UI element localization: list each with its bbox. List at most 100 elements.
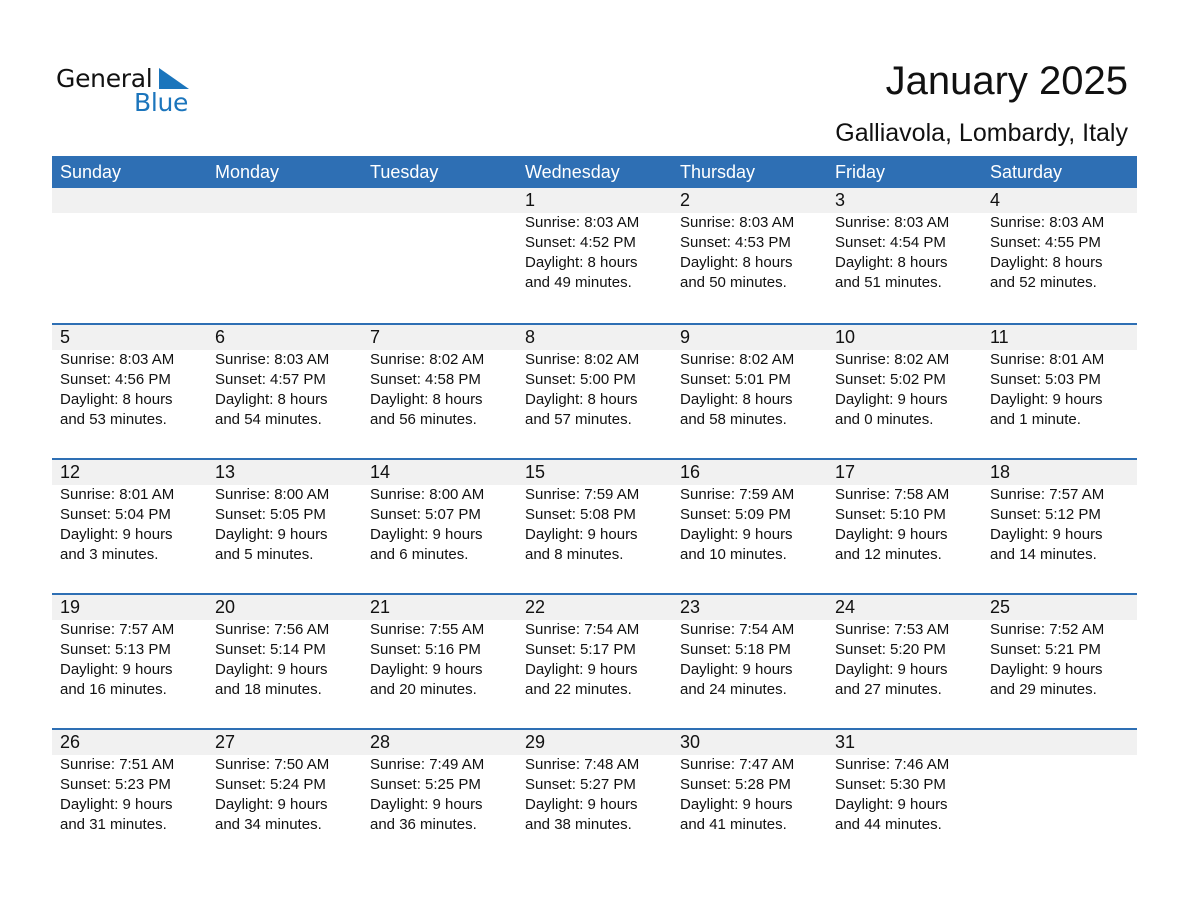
daylight-minutes-text: and 14 minutes.	[990, 546, 1097, 563]
daylight-minutes-text: and 53 minutes.	[60, 411, 167, 428]
daylight-text: Daylight: 8 hours	[215, 391, 328, 408]
day-cell: 20 Sunrise: 7:56 AM Sunset: 5:14 PM Dayligh…	[207, 595, 362, 728]
daylight-minutes-text: and 54 minutes.	[215, 411, 322, 428]
sunset-text: Sunset: 5:23 PM	[60, 776, 171, 793]
sunrise-text: Sunrise: 8:00 AM	[370, 486, 485, 503]
sunset-text: Sunset: 5:30 PM	[835, 776, 946, 793]
day-number: 14	[370, 462, 391, 482]
daylight-text: Daylight: 9 hours	[990, 661, 1103, 678]
day-number: 10	[835, 327, 856, 347]
daylight-text: Daylight: 9 hours	[525, 796, 638, 813]
week-row: 19 Sunrise: 7:57 AM Sunset: 5:13 PM Dayligh…	[52, 593, 1137, 728]
day-number: 2	[680, 190, 691, 210]
daylight-minutes-text: and 51 minutes.	[835, 274, 942, 291]
day-number: 3	[835, 190, 846, 210]
day-number: 9	[680, 327, 691, 347]
sunrise-text: Sunrise: 7:51 AM	[60, 756, 175, 773]
day-cell: 22 Sunrise: 7:54 AM Sunset: 5:17 PM Dayligh…	[517, 595, 672, 728]
day-cell: 11 Sunrise: 8:01 AM Sunset: 5:03 PM Dayligh…	[982, 325, 1137, 458]
daylight-text: Daylight: 9 hours	[215, 526, 328, 543]
daylight-text: Daylight: 8 hours	[525, 391, 638, 408]
sunset-text: Sunset: 4:57 PM	[215, 371, 326, 388]
day-number: 22	[525, 597, 546, 617]
sunrise-text: Sunrise: 8:01 AM	[990, 351, 1105, 368]
weeks: 1 Sunrise: 8:03 AM Sunset: 4:52 PM Daylight…	[52, 188, 1137, 863]
day-cell: 27 Sunrise: 7:50 AM Sunset: 5:24 PM Dayligh…	[207, 730, 362, 863]
logo: General Blue	[56, 64, 216, 124]
day-cell: 26 Sunrise: 7:51 AM Sunset: 5:23 PM Dayligh…	[52, 730, 207, 863]
weekday-friday: Friday	[835, 162, 886, 182]
sunset-text: Sunset: 5:27 PM	[525, 776, 636, 793]
daylight-text: Daylight: 9 hours	[215, 661, 328, 678]
sunset-text: Sunset: 5:07 PM	[370, 506, 481, 523]
sunrise-text: Sunrise: 7:58 AM	[835, 486, 950, 503]
sunset-text: Sunset: 4:55 PM	[990, 234, 1101, 251]
sunrise-text: Sunrise: 8:02 AM	[370, 351, 485, 368]
daylight-minutes-text: and 44 minutes.	[835, 816, 942, 833]
day-cell: 16 Sunrise: 7:59 AM Sunset: 5:09 PM Dayligh…	[672, 460, 827, 593]
sunset-text: Sunset: 5:12 PM	[990, 506, 1101, 523]
day-cell: 28 Sunrise: 7:49 AM Sunset: 5:25 PM Dayligh…	[362, 730, 517, 863]
sunrise-text: Sunrise: 7:56 AM	[215, 621, 330, 638]
day-number: 11	[990, 327, 1009, 347]
daylight-text: Daylight: 9 hours	[990, 526, 1103, 543]
daylight-text: Daylight: 8 hours	[835, 254, 948, 271]
sunset-text: Sunset: 4:58 PM	[370, 371, 481, 388]
daylight-text: Daylight: 9 hours	[60, 796, 173, 813]
daylight-minutes-text: and 1 minute.	[990, 411, 1081, 428]
week-row: 5 Sunrise: 8:03 AM Sunset: 4:56 PM Daylight…	[52, 323, 1137, 458]
daylight-minutes-text: and 57 minutes.	[525, 411, 632, 428]
sunset-text: Sunset: 5:28 PM	[680, 776, 791, 793]
daylight-minutes-text: and 27 minutes.	[835, 681, 942, 698]
sunset-text: Sunset: 5:17 PM	[525, 641, 636, 658]
sunset-text: Sunset: 5:13 PM	[60, 641, 171, 658]
day-number: 21	[370, 597, 391, 617]
day-number: 7	[370, 327, 381, 347]
daylight-minutes-text: and 58 minutes.	[680, 411, 787, 428]
sunset-text: Sunset: 5:01 PM	[680, 371, 791, 388]
day-number: 6	[215, 327, 226, 347]
sunrise-text: Sunrise: 8:03 AM	[60, 351, 175, 368]
day-number: 27	[215, 732, 236, 752]
sunset-text: Sunset: 4:53 PM	[680, 234, 791, 251]
day-cell: 8 Sunrise: 8:02 AM Sunset: 5:00 PM Daylight…	[517, 325, 672, 458]
day-number: 24	[835, 597, 856, 617]
sunset-text: Sunset: 4:52 PM	[525, 234, 636, 251]
empty-day-cell	[207, 188, 362, 323]
sunrise-text: Sunrise: 8:01 AM	[60, 486, 175, 503]
day-number: 8	[525, 327, 536, 347]
daylight-text: Daylight: 9 hours	[60, 661, 173, 678]
weekday-saturday: Saturday	[990, 162, 1063, 182]
day-cell: 24 Sunrise: 7:53 AM Sunset: 5:20 PM Dayligh…	[827, 595, 982, 728]
daylight-text: Daylight: 9 hours	[990, 391, 1103, 408]
daylight-text: Daylight: 9 hours	[835, 391, 948, 408]
sunrise-text: Sunrise: 8:02 AM	[835, 351, 950, 368]
daylight-minutes-text: and 22 minutes.	[525, 681, 632, 698]
daylight-text: Daylight: 9 hours	[370, 661, 483, 678]
week-row: 12 Sunrise: 8:01 AM Sunset: 5:04 PM Dayligh…	[52, 458, 1137, 593]
day-cell: 1 Sunrise: 8:03 AM Sunset: 4:52 PM Daylight…	[517, 188, 672, 323]
daylight-text: Daylight: 9 hours	[680, 796, 793, 813]
sunset-text: Sunset: 4:56 PM	[60, 371, 171, 388]
daylight-text: Daylight: 8 hours	[525, 254, 638, 271]
daylight-minutes-text: and 36 minutes.	[370, 816, 477, 833]
sunset-text: Sunset: 5:20 PM	[835, 641, 946, 658]
day-number: 13	[215, 462, 236, 482]
sunrise-text: Sunrise: 7:53 AM	[835, 621, 950, 638]
logo-word-blue: Blue	[134, 88, 189, 117]
sunrise-text: Sunrise: 7:57 AM	[60, 621, 175, 638]
day-cell: 17 Sunrise: 7:58 AM Sunset: 5:10 PM Dayligh…	[827, 460, 982, 593]
day-cell: 13 Sunrise: 8:00 AM Sunset: 5:05 PM Dayligh…	[207, 460, 362, 593]
day-number: 23	[680, 597, 701, 617]
daylight-text: Daylight: 9 hours	[370, 526, 483, 543]
day-cell: 21 Sunrise: 7:55 AM Sunset: 5:16 PM Dayligh…	[362, 595, 517, 728]
daylight-text: Daylight: 8 hours	[60, 391, 173, 408]
sunrise-text: Sunrise: 7:55 AM	[370, 621, 485, 638]
day-cell: 5 Sunrise: 8:03 AM Sunset: 4:56 PM Daylight…	[52, 325, 207, 458]
sunset-text: Sunset: 5:08 PM	[525, 506, 636, 523]
daylight-minutes-text: and 16 minutes.	[60, 681, 167, 698]
sunrise-text: Sunrise: 8:00 AM	[215, 486, 330, 503]
day-number: 20	[215, 597, 236, 617]
weekday-header: Sunday Monday Tuesday Wednesday Thursday…	[52, 156, 1137, 188]
daylight-minutes-text: and 38 minutes.	[525, 816, 632, 833]
